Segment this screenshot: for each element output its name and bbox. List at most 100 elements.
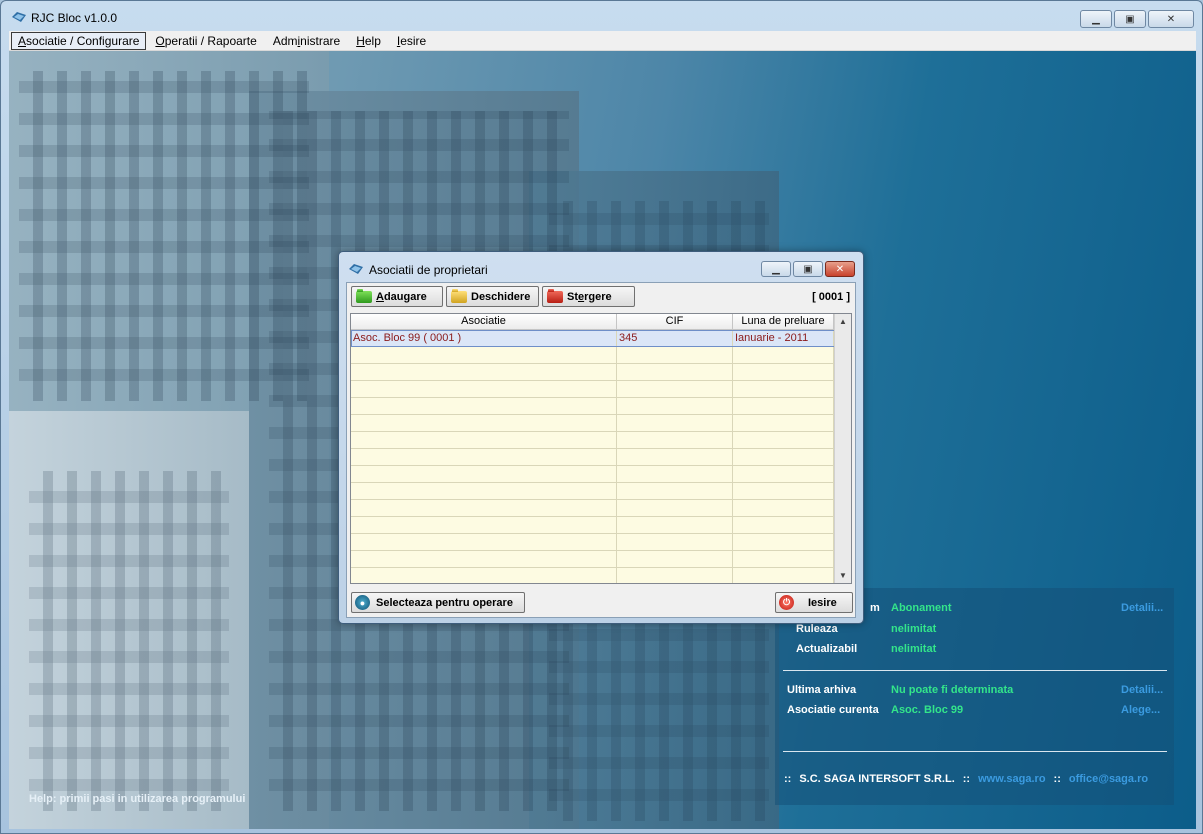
app-logo-icon: [349, 264, 363, 274]
table-cell: [733, 517, 834, 533]
dialog-close-button[interactable]: ✕: [825, 261, 855, 277]
table-row[interactable]: [351, 398, 851, 415]
dialog-maximize-button[interactable]: ▣: [793, 261, 823, 277]
table-cell: [351, 347, 617, 363]
archive-details-link[interactable]: Detalii...: [1121, 684, 1163, 696]
table-cell: [351, 381, 617, 397]
table-cell: [351, 483, 617, 499]
footer-separator: ::: [1053, 773, 1061, 785]
table-cell: [733, 449, 834, 465]
cell-asociatie: Asoc. Bloc 99 ( 0001 ): [351, 330, 617, 346]
associations-table: Asociatie CIF Luna de preluare Asoc. Blo…: [350, 313, 852, 584]
power-icon: ⏻: [779, 595, 794, 610]
table-cell: [617, 381, 733, 397]
table-cell: [733, 347, 834, 363]
yellow-folder-icon: [451, 288, 467, 303]
table-header: Asociatie CIF Luna de preluare: [351, 314, 851, 330]
table-cell: [351, 517, 617, 533]
table-cell: [733, 415, 834, 431]
minimize-button[interactable]: ▁: [1080, 10, 1112, 28]
app-logo-icon: [12, 12, 26, 22]
dialog-minimize-button[interactable]: ▁: [761, 261, 791, 277]
table-cell: [351, 432, 617, 448]
associations-dialog: Asociatii de proprietari ▁ ▣ ✕ Adaugare …: [338, 251, 864, 624]
maximize-button[interactable]: ▣: [1114, 10, 1146, 28]
table-cell: [733, 398, 834, 414]
column-header-cif[interactable]: CIF: [617, 314, 733, 329]
delete-button[interactable]: Stergere: [542, 286, 635, 307]
details-link[interactable]: Detalii...: [1121, 602, 1163, 614]
vertical-scrollbar[interactable]: ▲ ▼: [834, 314, 851, 583]
table-cell: [733, 432, 834, 448]
menu-asociatie-configurare[interactable]: Asociatie / Configurare: [11, 31, 147, 50]
table-cell: [617, 449, 733, 465]
table-row[interactable]: [351, 483, 851, 500]
table-cell: [351, 415, 617, 431]
help-link[interactable]: Help: primii pasi in utilizarea programu…: [29, 793, 245, 805]
exit-button[interactable]: ⏻ Iesire: [775, 592, 853, 613]
table-cell: [733, 534, 834, 550]
program-label: m: [870, 602, 880, 614]
table-cell: [617, 500, 733, 516]
divider: [783, 670, 1167, 671]
select-for-operation-button[interactable]: ● Selecteaza pentru operare: [351, 592, 525, 613]
table-row[interactable]: [351, 364, 851, 381]
table-row[interactable]: [351, 534, 851, 551]
table-row[interactable]: [351, 500, 851, 517]
dialog-title: Asociatii de proprietari: [369, 263, 488, 277]
red-folder-icon: [547, 288, 563, 303]
runs-value: nelimitat: [891, 623, 937, 635]
table-row[interactable]: [351, 449, 851, 466]
update-label: Actualizabil: [796, 643, 858, 655]
scroll-up-icon[interactable]: ▲: [839, 317, 847, 326]
table-cell: [351, 551, 617, 567]
menu-help[interactable]: Help: [349, 32, 388, 50]
table-row[interactable]: [351, 432, 851, 449]
close-button[interactable]: ✕: [1148, 10, 1194, 28]
footer: :: S.C. SAGA INTERSOFT S.R.L. :: www.sag…: [784, 773, 1148, 785]
table-row[interactable]: [351, 466, 851, 483]
table-cell: [733, 381, 834, 397]
record-counter: [ 0001 ]: [812, 291, 850, 303]
table-cell: [351, 466, 617, 482]
table-cell: [351, 500, 617, 516]
open-button[interactable]: Deschidere: [446, 286, 539, 307]
add-button[interactable]: Adaugare: [351, 286, 443, 307]
table-cell: [351, 449, 617, 465]
table-row[interactable]: [351, 517, 851, 534]
table-row[interactable]: [351, 551, 851, 568]
table-row[interactable]: [351, 347, 851, 364]
menu-iesire[interactable]: Iesire: [390, 32, 433, 50]
table-row[interactable]: [351, 381, 851, 398]
company-name: S.C. SAGA INTERSOFT S.R.L.: [799, 773, 955, 785]
scroll-down-icon[interactable]: ▼: [839, 571, 847, 580]
column-header-luna[interactable]: Luna de preluare: [733, 314, 834, 329]
table-row[interactable]: Asoc. Bloc 99 ( 0001 ) 345 Ianuarie - 20…: [351, 330, 851, 347]
current-association-value: Asoc. Bloc 99: [891, 704, 964, 716]
table-cell: [733, 551, 834, 567]
email-link[interactable]: office@saga.ro: [1069, 773, 1148, 785]
table-row[interactable]: [351, 568, 851, 583]
menu-operatii-rapoarte[interactable]: Operatii / Rapoarte: [148, 32, 263, 50]
table-cell: [617, 432, 733, 448]
select-icon: ●: [355, 595, 370, 610]
table-cell: [733, 364, 834, 380]
cell-cif: 345: [617, 330, 733, 346]
choose-association-link[interactable]: Alege...: [1121, 704, 1160, 716]
table-cell: [351, 398, 617, 414]
dialog-body: Adaugare Deschidere Stergere [ 0001 ] As…: [346, 282, 856, 618]
menu-administrare[interactable]: Administrare: [266, 32, 347, 50]
title-bar[interactable]: RJC Bloc v1.0.0 ▁ ▣ ✕: [1, 1, 1202, 31]
table-cell: [733, 568, 834, 583]
table-cell: [351, 568, 617, 583]
table-cell: [617, 483, 733, 499]
table-cell: [733, 466, 834, 482]
archive-label: Ultima arhiva: [787, 684, 857, 696]
program-value: Abonament: [891, 602, 952, 614]
table-cell: [351, 364, 617, 380]
website-link[interactable]: www.saga.ro: [978, 773, 1045, 785]
table-row[interactable]: [351, 415, 851, 432]
table-cell: [617, 551, 733, 567]
column-header-asociatie[interactable]: Asociatie: [351, 314, 617, 329]
table-cell: [617, 398, 733, 414]
